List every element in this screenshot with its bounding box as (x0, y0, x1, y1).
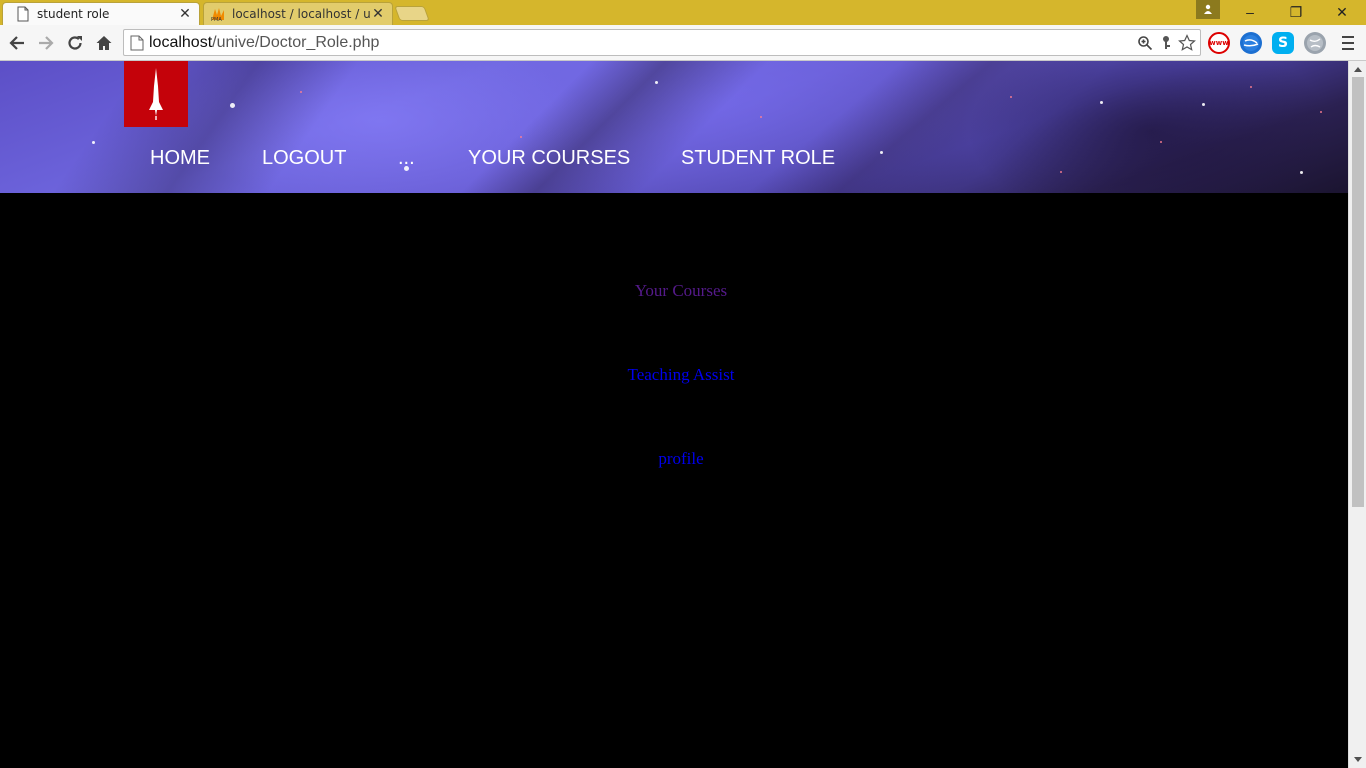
skype-icon[interactable]: S (1272, 32, 1294, 54)
zoom-icon[interactable] (1136, 34, 1154, 52)
nav-student-role[interactable]: STUDENT ROLE (681, 147, 835, 170)
nav-home[interactable]: HOME (150, 147, 210, 170)
teaching-assist-link[interactable]: Teaching Assist (0, 365, 1348, 385)
star (1010, 96, 1012, 98)
url-text: localhost/unive/Doctor_Role.php (149, 30, 379, 55)
star (1100, 101, 1103, 104)
address-bar[interactable]: localhost/unive/Doctor_Role.php (123, 29, 1201, 56)
star (1160, 141, 1162, 143)
phpmyadmin-icon: PMA (211, 8, 224, 22)
star (1300, 171, 1303, 174)
browser-menu-button[interactable] (1338, 32, 1358, 54)
your-courses-link[interactable]: Your Courses (0, 281, 1348, 301)
tab-close-icon[interactable]: ✕ (177, 6, 193, 22)
new-tab-button[interactable] (394, 6, 430, 21)
page-icon (130, 35, 144, 51)
star (1060, 171, 1062, 173)
minimize-button[interactable]: – (1227, 0, 1273, 25)
profile-icon[interactable] (1196, 0, 1220, 19)
scroll-up-icon[interactable] (1354, 67, 1362, 72)
tab-close-icon[interactable]: ✕ (370, 6, 386, 22)
earth-icon[interactable] (1240, 32, 1262, 54)
reload-button[interactable] (63, 31, 87, 55)
close-window-button[interactable]: ✕ (1319, 0, 1365, 25)
browser-tabstrip: student role ✕ PMA localhost / localhost… (0, 0, 1366, 25)
browser-toolbar: localhost/unive/Doctor_Role.php www S (0, 25, 1366, 61)
back-button[interactable] (5, 31, 29, 55)
restore-button[interactable]: ❐ (1273, 0, 1319, 25)
star (92, 141, 95, 144)
star (655, 81, 658, 84)
nav-ellipsis[interactable]: ... (398, 147, 415, 170)
star (300, 91, 302, 93)
home-icon (96, 36, 112, 50)
profile-link[interactable]: profile (0, 449, 1348, 469)
tab-title: localhost / localhost / uni (232, 7, 370, 21)
page-viewport: HOME LOGOUT ... YOUR COURSES STUDENT ROL… (0, 61, 1348, 768)
bookmark-star-icon[interactable] (1178, 34, 1196, 52)
site-logo[interactable] (124, 61, 188, 127)
nav-your-courses[interactable]: YOUR COURSES (468, 147, 630, 170)
tab-student-role[interactable]: student role ✕ (2, 2, 200, 25)
forward-arrow-icon (39, 36, 54, 50)
nav-logout[interactable]: LOGOUT (262, 147, 346, 170)
key-icon[interactable] (1157, 34, 1175, 52)
url-path: /unive/Doctor_Role.php (212, 34, 380, 51)
scrollbar-thumb[interactable] (1352, 77, 1364, 507)
star (1320, 111, 1322, 113)
header-banner: HOME LOGOUT ... YOUR COURSES STUDENT ROL… (0, 61, 1348, 193)
tab-title: student role (37, 7, 110, 21)
scroll-down-icon[interactable] (1354, 757, 1362, 762)
star (1202, 103, 1205, 106)
forward-button[interactable] (34, 31, 58, 55)
tab-phpmyadmin[interactable]: PMA localhost / localhost / uni ✕ (203, 2, 393, 25)
star (520, 136, 522, 138)
globe-icon[interactable] (1304, 32, 1326, 54)
rocket-icon (149, 68, 163, 120)
home-button[interactable] (92, 31, 116, 55)
www-blocker-icon[interactable]: www (1208, 32, 1230, 54)
nebula-texture (0, 61, 1348, 193)
reload-icon (68, 36, 82, 50)
page-scrollbar[interactable] (1348, 61, 1366, 768)
back-arrow-icon (9, 36, 24, 50)
url-host: localhost (149, 34, 213, 51)
page-icon (17, 6, 29, 22)
svg-text:PMA: PMA (211, 17, 222, 22)
star (760, 116, 762, 118)
star (230, 103, 235, 108)
star (1250, 86, 1252, 88)
star (880, 151, 883, 154)
